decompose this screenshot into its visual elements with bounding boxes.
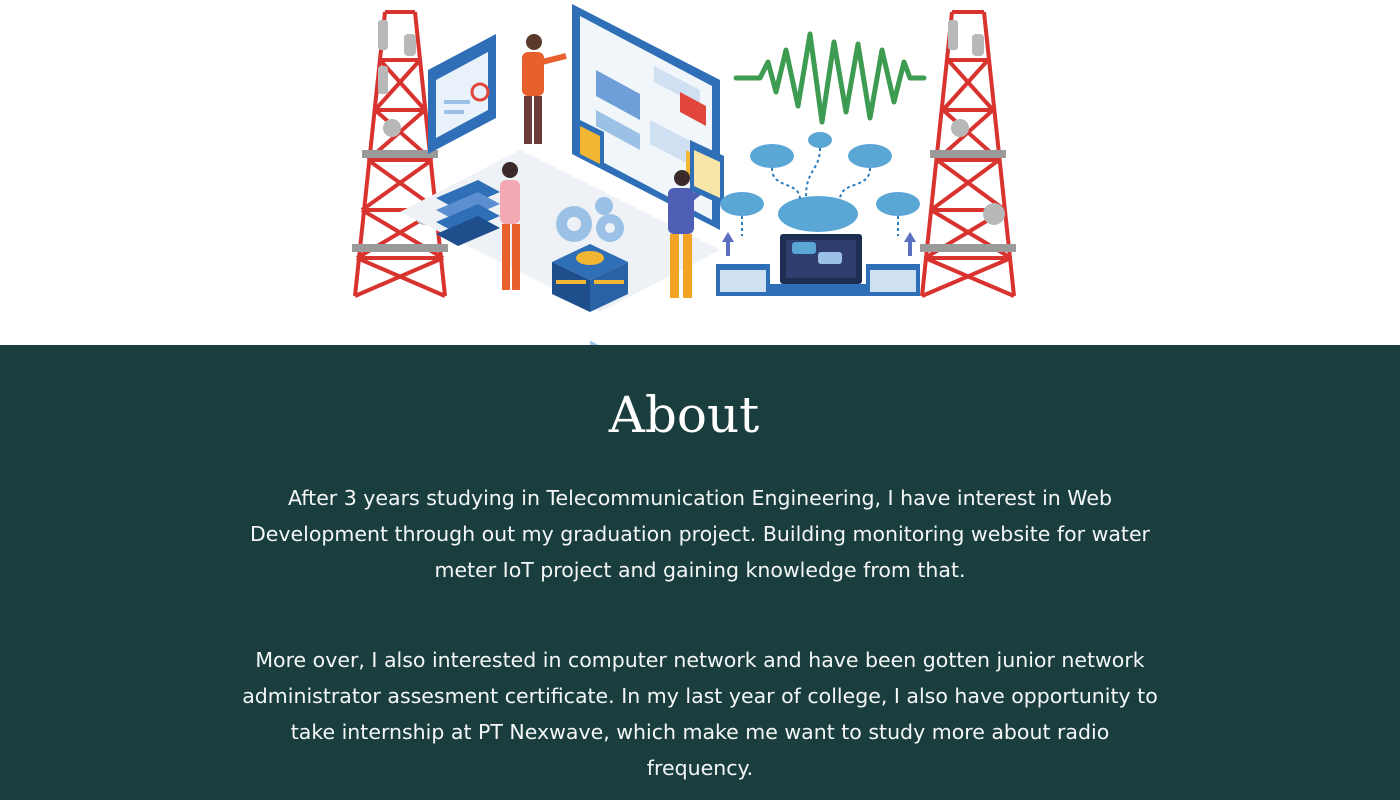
hero-illustration <box>0 0 1400 345</box>
cloud-network-icon <box>720 132 920 232</box>
about-heading: About <box>608 386 760 444</box>
right-tower-antennas-icon <box>920 20 1016 252</box>
about-paragraph-2: More over, I also interested in computer… <box>242 648 1158 780</box>
person-pointing-icon <box>522 34 567 144</box>
signal-wave-icon <box>733 31 927 125</box>
person-woman-icon <box>500 162 520 290</box>
telecom-illustration <box>352 4 1016 345</box>
about-paragraph-1: After 3 years studying in Telecommunicat… <box>250 486 1150 582</box>
